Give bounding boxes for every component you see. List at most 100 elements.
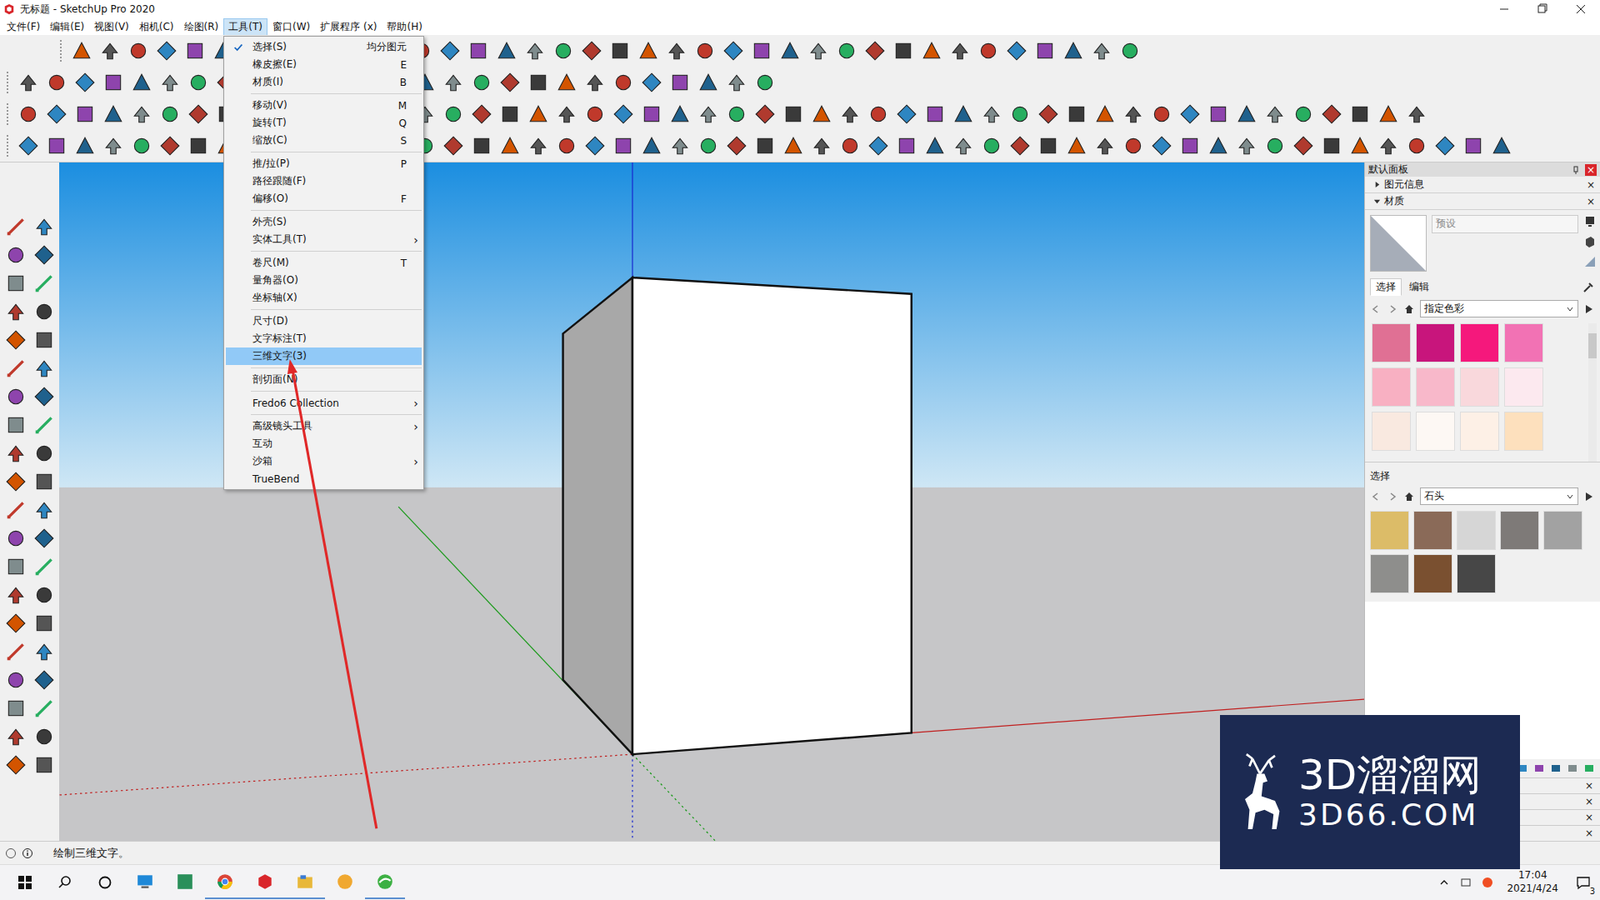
material-swatch[interactable]: [1543, 510, 1583, 550]
tool-icon[interactable]: [640, 71, 663, 94]
forward-icon[interactable]: [1386, 303, 1399, 315]
tool-icon[interactable]: [697, 135, 720, 157]
material-swatch[interactable]: [1504, 411, 1544, 451]
tool-icon[interactable]: [1065, 135, 1088, 157]
tool-icon[interactable]: [1349, 103, 1371, 125]
tool-icon[interactable]: [892, 40, 915, 62]
minimize-icon[interactable]: [1485, 0, 1524, 19]
material-swatch[interactable]: [1415, 367, 1455, 407]
tool-icon[interactable]: [45, 135, 68, 157]
tool-icon[interactable]: [33, 669, 55, 691]
tool-icon[interactable]: [187, 103, 210, 125]
tool-icon[interactable]: [102, 135, 125, 157]
tool-icon[interactable]: [187, 135, 210, 157]
tool-icon[interactable]: [5, 669, 27, 691]
tool-icon[interactable]: [33, 244, 55, 266]
tool-icon[interactable]: [442, 71, 465, 94]
toolbar-grip[interactable]: [60, 40, 65, 62]
tool-icon[interactable]: [5, 697, 27, 720]
material-swatch[interactable]: [1504, 323, 1544, 363]
menu-bar-item[interactable]: 绘图(R): [179, 18, 225, 36]
tool-icon[interactable]: [1490, 135, 1513, 157]
tool-icon[interactable]: [1207, 135, 1230, 157]
tool-icon[interactable]: [555, 103, 578, 125]
tool-icon[interactable]: [1009, 103, 1031, 125]
tool-icon[interactable]: [952, 135, 975, 157]
tool-icon[interactable]: [33, 697, 55, 720]
tool-icon[interactable]: [45, 103, 68, 125]
tool-icon[interactable]: [33, 442, 55, 465]
tool-icon[interactable]: [552, 40, 575, 62]
menu-item[interactable]: 实体工具(T)›: [225, 230, 422, 249]
secondary-collection-dropdown[interactable]: 石头: [1420, 487, 1579, 505]
taskbar-app[interactable]: [165, 865, 205, 900]
tool-icon[interactable]: [184, 40, 206, 62]
tool-icon[interactable]: [1119, 40, 1141, 62]
tool-icon[interactable]: [750, 40, 773, 62]
tool-icon[interactable]: [74, 103, 96, 125]
menu-item[interactable]: 剖切面(N): [225, 370, 422, 389]
tool-icon[interactable]: [17, 71, 40, 94]
tool-icon[interactable]: [754, 71, 776, 94]
tool-icon[interactable]: [584, 71, 606, 94]
material-swatch[interactable]: [1415, 411, 1455, 451]
material-name-field[interactable]: 预设: [1431, 215, 1579, 234]
menu-item[interactable]: 三维文字(3): [225, 347, 422, 365]
tool-icon[interactable]: [722, 40, 745, 62]
menu-item[interactable]: 选择(S)均分图元: [225, 38, 422, 56]
tool-icon[interactable]: [1037, 103, 1060, 125]
taskbar-app[interactable]: [365, 865, 405, 900]
tray-tool-icon[interactable]: [1583, 762, 1595, 775]
tool-icon[interactable]: [5, 442, 27, 465]
material-swatch[interactable]: [1370, 554, 1410, 594]
tool-icon[interactable]: [527, 103, 550, 125]
tool-icon[interactable]: [895, 103, 918, 125]
tool-icon[interactable]: [782, 103, 805, 125]
expand-triangle-icon[interactable]: [1373, 180, 1381, 189]
tool-icon[interactable]: [33, 414, 55, 436]
tool-icon[interactable]: [33, 357, 55, 380]
tool-icon[interactable]: [810, 135, 833, 157]
tool-icon[interactable]: [467, 40, 490, 62]
tool-icon[interactable]: [99, 40, 121, 62]
input-method-icon[interactable]: [1455, 876, 1477, 889]
tool-icon[interactable]: [580, 40, 603, 62]
geo-location-icon[interactable]: [5, 847, 17, 860]
tool-icon[interactable]: [1150, 135, 1173, 157]
tool-icon[interactable]: [187, 71, 210, 94]
tool-icon[interactable]: [33, 329, 55, 351]
tool-icon[interactable]: [70, 40, 93, 62]
menu-item[interactable]: 外壳(S): [225, 213, 422, 231]
menu-item[interactable]: 沙箱›: [225, 452, 422, 470]
tool-icon[interactable]: [439, 40, 461, 62]
tool-icon[interactable]: [977, 40, 1000, 62]
tool-icon[interactable]: [924, 135, 946, 157]
menu-bar-item[interactable]: 视图(V): [89, 18, 135, 36]
clock[interactable]: 17:042021/4/24: [1498, 869, 1567, 895]
menu-bar-item[interactable]: 工具(T): [223, 18, 268, 36]
tool-icon[interactable]: [669, 71, 691, 94]
tool-icon[interactable]: [612, 103, 635, 125]
home-icon[interactable]: [1403, 490, 1415, 503]
menu-item[interactable]: 推/拉(P)P: [225, 155, 422, 173]
menu-item[interactable]: 尺寸(D): [225, 312, 422, 330]
tool-icon[interactable]: [669, 103, 691, 125]
tool-icon[interactable]: [1122, 135, 1145, 157]
tool-icon[interactable]: [33, 527, 55, 550]
tool-icon[interactable]: [640, 135, 663, 157]
material-tab[interactable]: 编辑: [1403, 278, 1435, 296]
collection-dropdown[interactable]: 指定色彩: [1420, 300, 1579, 318]
tool-icon[interactable]: [74, 71, 96, 94]
tool-icon[interactable]: [155, 40, 178, 62]
tool-icon[interactable]: [159, 71, 181, 94]
details-icon[interactable]: [1583, 490, 1595, 503]
material-swatch[interactable]: [1371, 367, 1411, 407]
material-swatch[interactable]: [1500, 510, 1540, 550]
tool-icon[interactable]: [665, 40, 688, 62]
tool-icon[interactable]: [5, 385, 27, 408]
tool-icon[interactable]: [5, 640, 27, 663]
tool-icon[interactable]: [5, 725, 27, 748]
tool-icon[interactable]: [1405, 103, 1428, 125]
box-left-face[interactable]: [563, 277, 633, 755]
menu-item[interactable]: TrueBend: [225, 470, 422, 488]
